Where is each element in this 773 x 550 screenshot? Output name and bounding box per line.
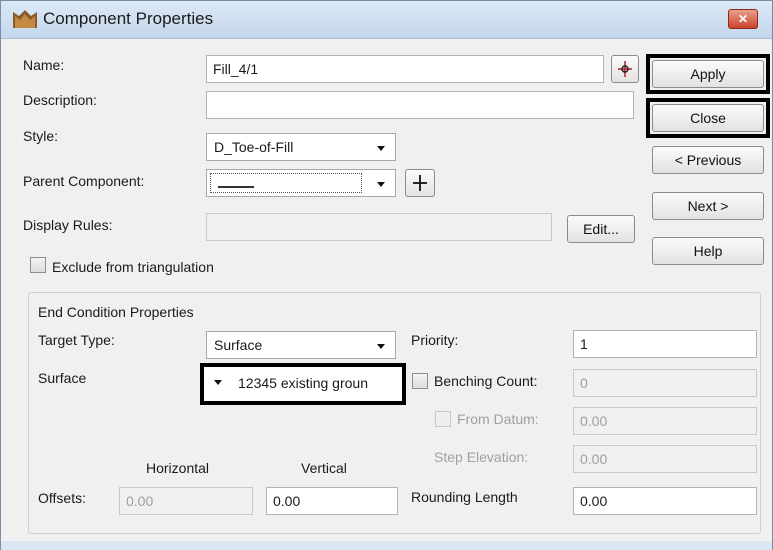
step-elevation-label: Step Elevation: [434, 449, 529, 465]
description-field[interactable] [206, 91, 634, 119]
style-label: Style: [23, 128, 59, 144]
vertical-column-label: Vertical [301, 460, 347, 476]
chevron-down-icon [377, 344, 385, 349]
name-label: Name: [23, 57, 65, 73]
crosshair-pick-icon [618, 61, 632, 77]
previous-button[interactable]: < Previous [652, 146, 764, 174]
name-field[interactable]: Fill_4/1 [206, 55, 604, 83]
priority-field[interactable]: 1 [573, 330, 757, 358]
add-parent-component-button[interactable] [405, 169, 435, 197]
priority-label: Priority: [411, 332, 459, 348]
empty-selection-bar [218, 186, 254, 188]
horizontal-offset-field: 0.00 [119, 487, 253, 515]
next-button[interactable]: Next > [652, 192, 764, 220]
parent-component-label: Parent Component: [23, 173, 145, 189]
chevron-down-icon [377, 182, 385, 187]
vertical-offset-field[interactable]: 0.00 [266, 487, 398, 515]
benching-count-label: Benching Count: [434, 373, 538, 389]
surface-value: 12345 existing groun [238, 375, 368, 391]
style-value: D_Toe-of-Fill [214, 139, 294, 155]
from-datum-label: From Datum: [457, 411, 539, 427]
close-highlight-frame [646, 98, 770, 138]
benching-count-field: 0 [573, 369, 757, 397]
exclude-triangulation-label: Exclude from triangulation [52, 259, 214, 275]
component-properties-dialog: Component Properties ✕ Name: Fill_4/1 De… [0, 0, 773, 550]
plus-icon [413, 175, 427, 191]
title-bar: Component Properties ✕ [1, 1, 772, 39]
surface-label: Surface [38, 370, 87, 386]
from-datum-field: 0.00 [573, 407, 757, 435]
benching-count-checkbox[interactable] [412, 373, 428, 389]
display-rules-field [206, 213, 552, 241]
exclude-triangulation-checkbox[interactable] [30, 257, 46, 273]
step-elevation-field: 0.00 [573, 445, 757, 473]
end-condition-group-title: End Condition Properties [38, 304, 194, 320]
chevron-down-icon [377, 146, 385, 151]
component-app-icon [13, 10, 37, 28]
target-type-value: Surface [214, 337, 263, 353]
edit-display-rules-button[interactable]: Edit... [567, 215, 635, 243]
close-window-button[interactable]: ✕ [728, 9, 758, 29]
chevron-down-icon [214, 380, 222, 385]
rounding-length-field[interactable]: 0.00 [573, 487, 757, 515]
description-label: Description: [23, 92, 97, 108]
style-dropdown[interactable]: D_Toe-of-Fill [206, 133, 396, 161]
rounding-length-label: Rounding Length [411, 489, 518, 505]
help-button[interactable]: Help [652, 237, 764, 265]
parent-component-dropdown[interactable] [206, 169, 396, 197]
display-rules-label: Display Rules: [23, 217, 113, 233]
from-datum-checkbox [435, 411, 451, 427]
target-type-dropdown[interactable]: Surface [206, 331, 396, 359]
offsets-label: Offsets: [38, 490, 86, 506]
surface-dropdown[interactable]: 12345 existing groun [200, 363, 406, 405]
focus-rectangle [210, 173, 362, 193]
bottom-strip [1, 541, 772, 550]
horizontal-column-label: Horizontal [146, 460, 210, 476]
pick-component-button[interactable] [611, 55, 639, 83]
target-type-label: Target Type: [38, 332, 115, 348]
apply-highlight-frame [646, 54, 770, 94]
window-title: Component Properties [43, 9, 214, 28]
